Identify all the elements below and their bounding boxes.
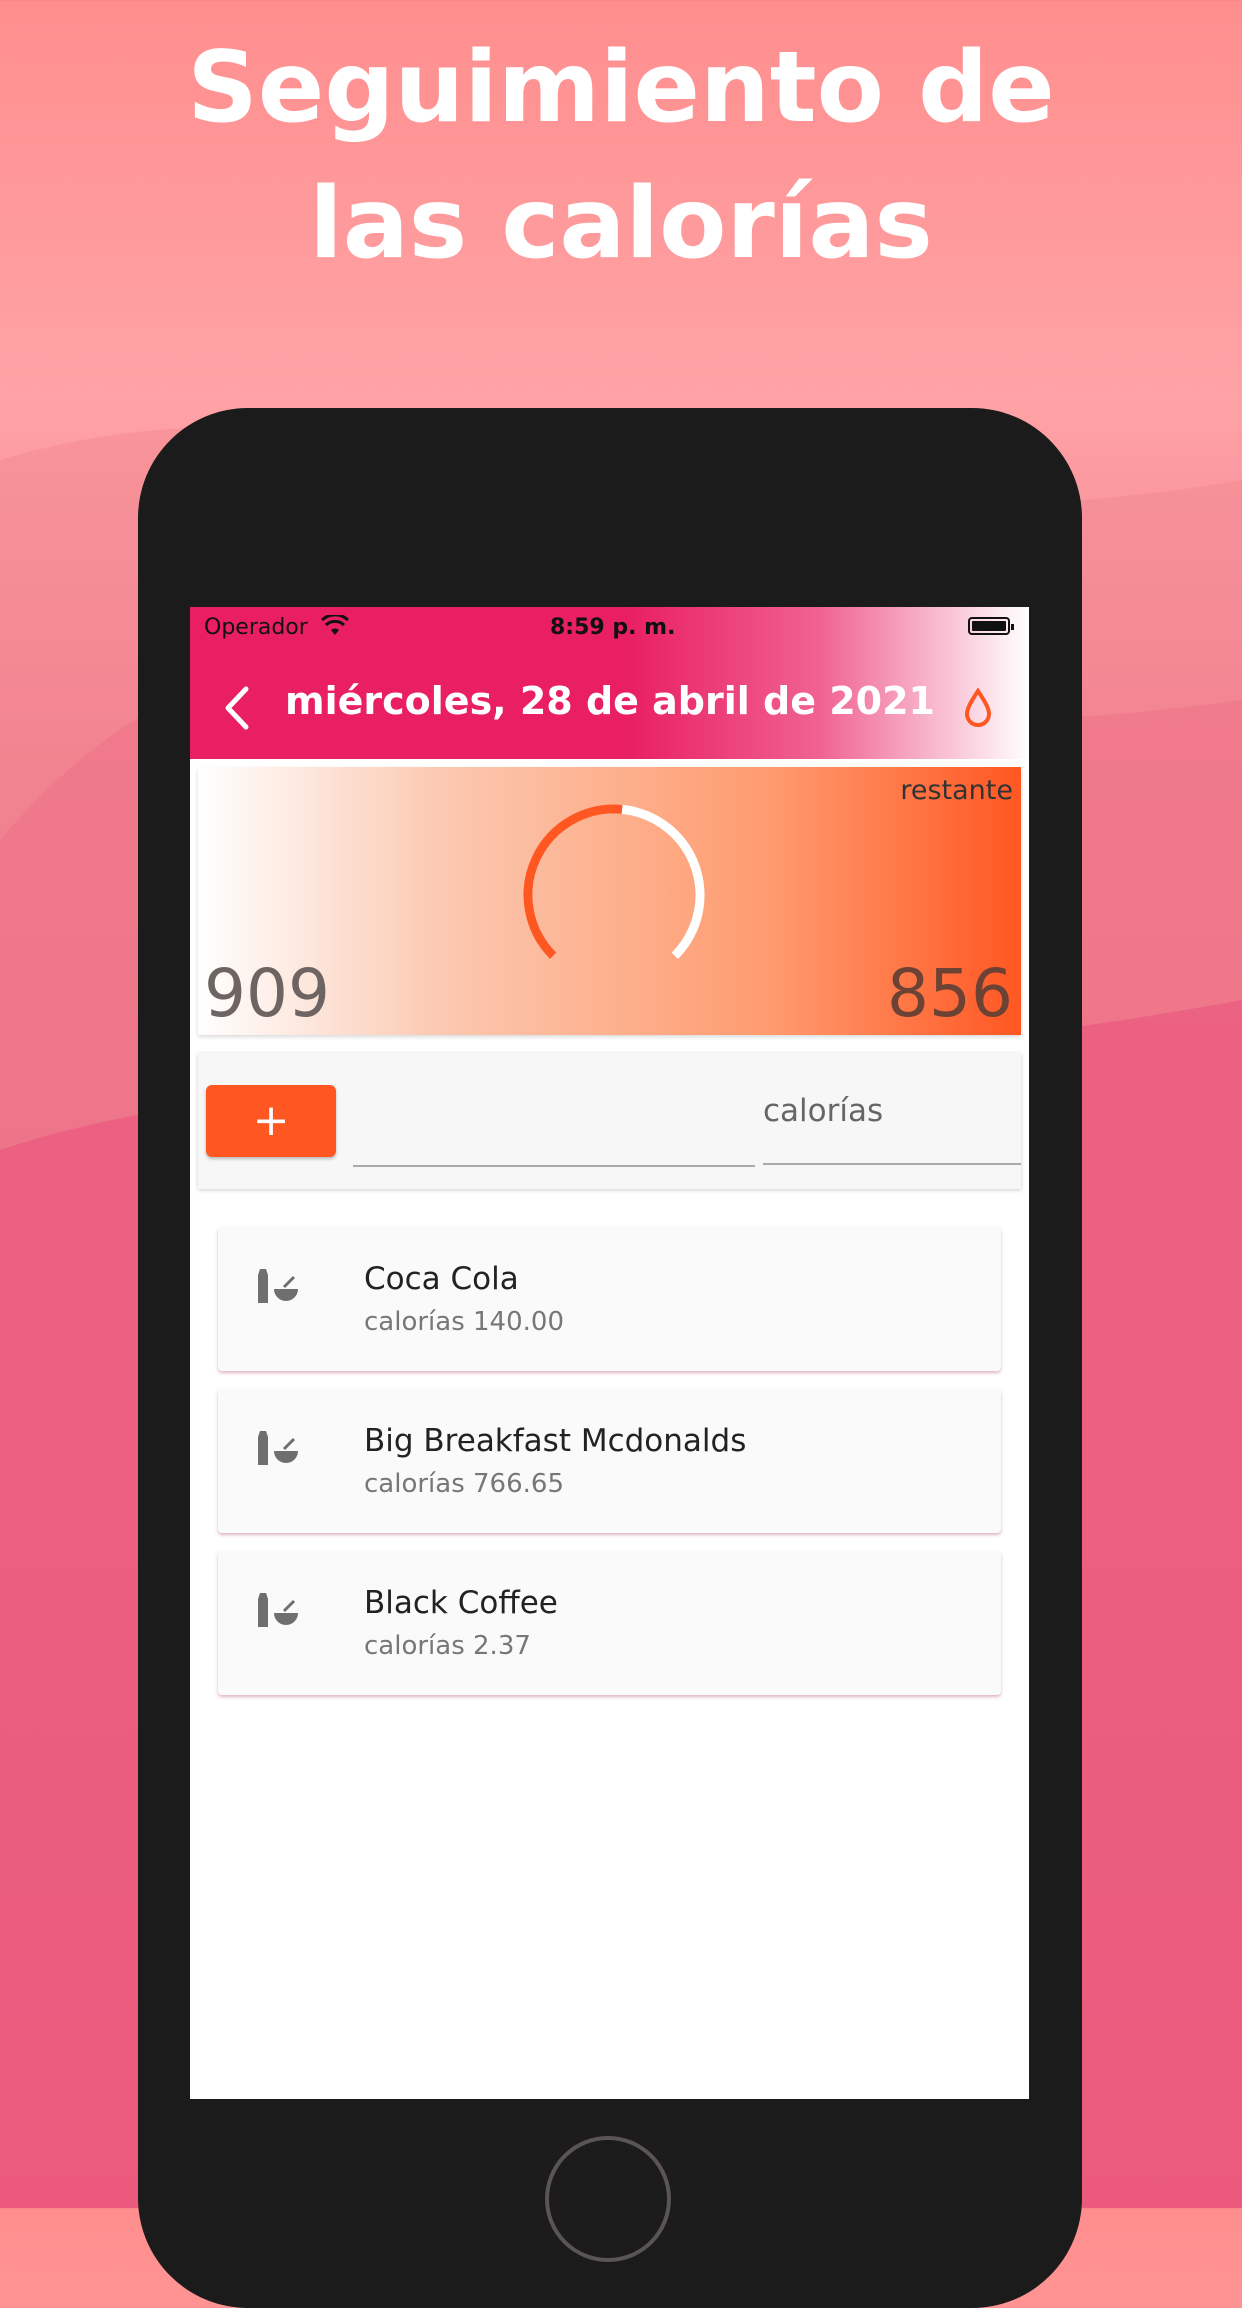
consumed-calories: 909 <box>204 955 330 1032</box>
food-calories: calorías 2.37 <box>364 1631 531 1661</box>
chevron-left-icon[interactable] <box>218 683 258 733</box>
status-time: 8:59 p. m. <box>550 615 676 640</box>
calorie-gauge <box>523 804 705 959</box>
app-header: Operador 8:59 p. m. miércoles, 28 de abr… <box>190 607 1029 759</box>
remaining-label: restante <box>900 775 1013 806</box>
app-screen: Operador 8:59 p. m. miércoles, 28 de abr… <box>190 607 1029 2099</box>
food-list-item[interactable]: Black Coffee calorías 2.37 <box>218 1551 1001 1695</box>
food-icon <box>258 1431 298 1465</box>
food-list-item[interactable]: Big Breakfast Mcdonalds calorías 766.65 <box>218 1389 1001 1533</box>
food-list-item[interactable]: Coca Cola calorías 140.00 <box>218 1227 1001 1371</box>
remaining-calories: 856 <box>887 955 1013 1032</box>
food-name: Coca Cola <box>364 1261 519 1297</box>
add-entry-card: + calorías <box>198 1053 1021 1189</box>
add-food-button[interactable]: + <box>206 1085 336 1157</box>
promo-headline-line2: las calorías <box>309 167 933 281</box>
food-icon <box>258 1269 298 1303</box>
carrier-label: Operador <box>204 615 308 640</box>
page-title: miércoles, 28 de abril de 2021 <box>285 679 935 723</box>
calorie-summary-card: restante 909 856 <box>198 767 1021 1035</box>
calories-input[interactable]: calorías <box>763 1093 1021 1165</box>
food-name-input[interactable] <box>353 1093 755 1167</box>
status-bar: Operador 8:59 p. m. <box>190 607 1029 647</box>
calories-placeholder: calorías <box>763 1093 884 1129</box>
gauge-fill <box>523 804 623 959</box>
promo-headline-line1: Seguimiento de <box>187 31 1055 145</box>
food-icon <box>258 1593 298 1627</box>
promo-headline: Seguimiento de las calorías <box>0 20 1242 292</box>
battery-icon <box>968 617 1014 635</box>
food-name: Big Breakfast Mcdonalds <box>364 1423 747 1459</box>
wifi-icon <box>320 615 350 635</box>
home-button[interactable] <box>545 2136 671 2262</box>
food-name: Black Coffee <box>364 1585 558 1621</box>
food-calories: calorías 140.00 <box>364 1307 564 1337</box>
water-drop-icon[interactable] <box>960 685 996 729</box>
food-calories: calorías 766.65 <box>364 1469 564 1499</box>
